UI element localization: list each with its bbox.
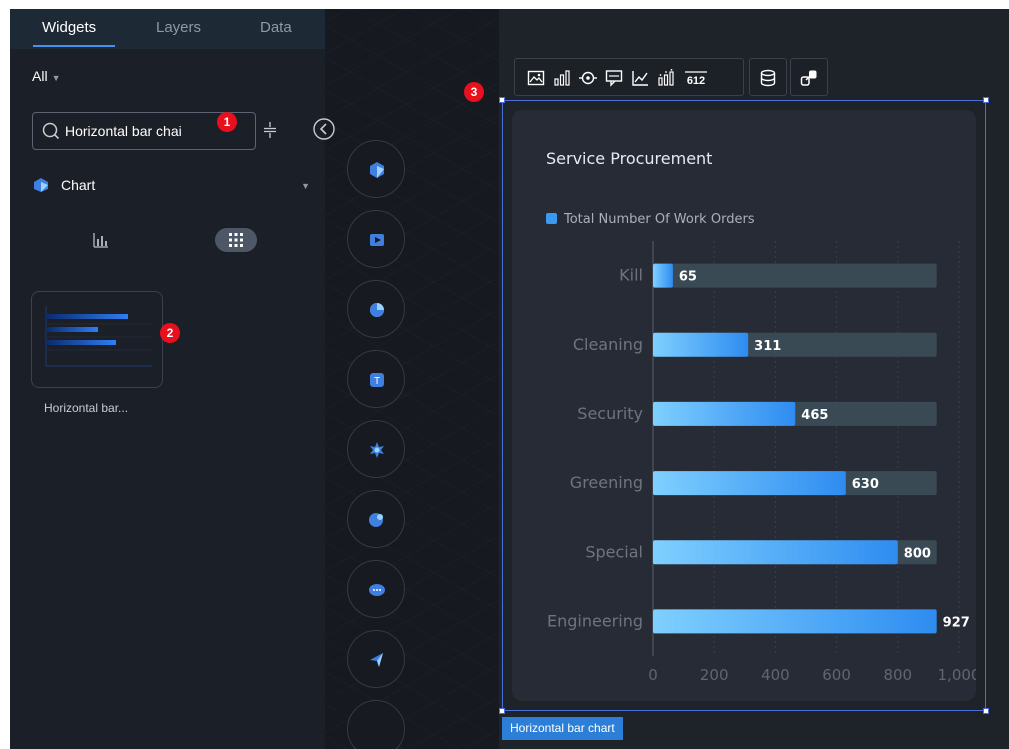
component-tool-5-icon: [370, 442, 384, 458]
component-tool-3[interactable]: [347, 280, 405, 338]
grid-icon: [229, 233, 243, 247]
tab-data[interactable]: Data: [260, 19, 292, 36]
component-tool-6-icon: [369, 513, 383, 527]
tab-widgets[interactable]: Widgets: [42, 19, 96, 36]
component-tool-6[interactable]: [347, 490, 405, 548]
toolbar-group-chart-settings: 612: [514, 58, 744, 96]
widget-card-label: Horizontal bar...: [44, 401, 129, 415]
component-tool-2-icon: [370, 234, 384, 246]
widget-panel: Widgets Layers Data All▼ C: [10, 9, 325, 749]
search-icon: [42, 122, 60, 140]
svg-text:T: T: [374, 376, 380, 387]
component-tool-5[interactable]: [347, 420, 405, 478]
toolbar-group-interaction: [790, 58, 828, 96]
resize-handle-top-left[interactable]: [499, 97, 505, 103]
bar-list-icon[interactable]: [92, 231, 110, 249]
chart-category-icon: [34, 178, 48, 192]
resize-handle-bottom-left[interactable]: [499, 708, 505, 714]
image-icon[interactable]: [527, 69, 545, 87]
resize-handle-bottom-right[interactable]: [983, 708, 989, 714]
tab-layers[interactable]: Layers: [156, 19, 201, 36]
target-icon[interactable]: [579, 69, 597, 87]
step-badge-1: 1: [217, 112, 237, 132]
line-chart-icon[interactable]: [631, 69, 649, 87]
caret-down-icon: ▼: [301, 181, 310, 191]
comment-icon[interactable]: [605, 69, 623, 87]
component-tool-3-icon: [370, 303, 384, 317]
collapse-panel-icon[interactable]: [312, 117, 336, 141]
selection-frame[interactable]: [502, 100, 986, 711]
selected-widget-label: Horizontal bar chart: [502, 717, 623, 740]
chart-category-label: Chart: [61, 177, 96, 193]
bar-values-icon[interactable]: [657, 69, 675, 87]
component-tool-8-icon: [370, 653, 383, 667]
link-icon[interactable]: [800, 69, 818, 87]
horizontal-bar-widget-card[interactable]: [31, 291, 163, 388]
horizontal-bar-chart-thumbnail: [45, 306, 152, 367]
active-tab-indicator: [33, 45, 115, 47]
toolbar-group-data: [749, 58, 787, 96]
component-tool-7[interactable]: [347, 560, 405, 618]
bar-chart-icon[interactable]: [553, 69, 571, 87]
all-filter-label: All: [32, 68, 48, 84]
sort-filter-icon[interactable]: [262, 122, 278, 138]
component-tool-7-icon: [369, 584, 385, 596]
grid-view-button[interactable]: [215, 228, 257, 252]
number-612-icon[interactable]: 612: [683, 69, 709, 87]
step-badge-2: 2: [160, 323, 180, 343]
component-tool-8[interactable]: [347, 630, 405, 688]
search-input[interactable]: [65, 120, 223, 142]
panel-tab-bar: Widgets Layers Data: [10, 9, 325, 49]
all-filter-dropdown[interactable]: All ▼: [32, 68, 60, 84]
chart-category-dropdown[interactable]: Chart ▼: [32, 176, 310, 196]
resize-handle-top-right[interactable]: [983, 97, 989, 103]
step-badge-3: 3: [464, 82, 484, 102]
component-tool-9[interactable]: [347, 700, 405, 749]
number-612-glyph: 612: [687, 75, 705, 87]
database-icon[interactable]: [759, 69, 777, 87]
component-tool-2[interactable]: [347, 210, 405, 268]
component-tool-column: T: [347, 9, 407, 749]
component-tool-4-icon: T: [370, 373, 384, 387]
component-tool-1-icon: [370, 162, 384, 178]
component-tool-4[interactable]: T: [347, 350, 405, 408]
caret-down-icon: ▼: [51, 73, 61, 83]
component-tool-1[interactable]: [347, 140, 405, 198]
